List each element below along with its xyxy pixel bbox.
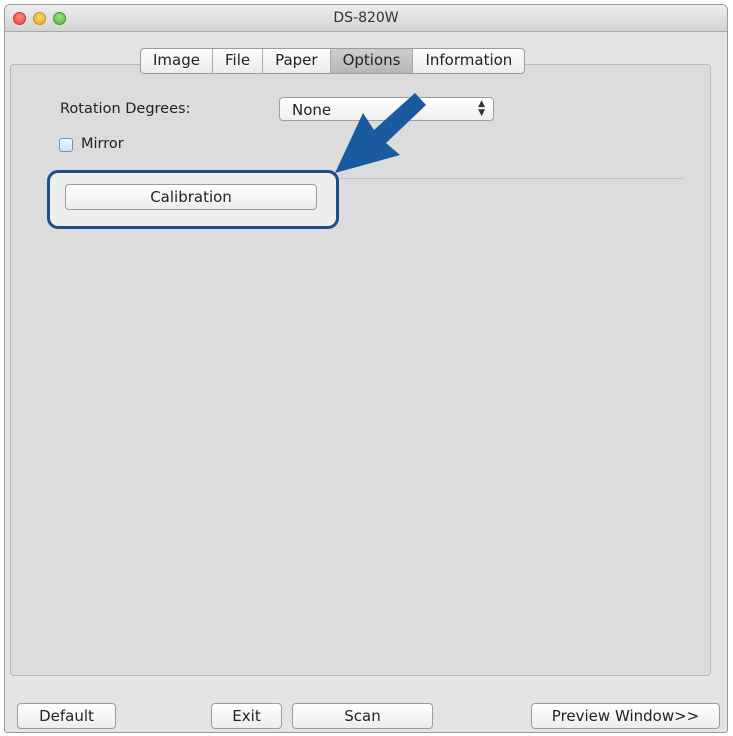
tab-paper[interactable]: Paper <box>263 49 331 73</box>
rotation-degrees-value: None <box>292 101 332 119</box>
pointer-arrow-icon <box>335 93 426 173</box>
calibration-button[interactable]: Calibration <box>65 184 317 210</box>
scan-button[interactable]: Scan <box>292 703 433 729</box>
rotation-degrees-label: Rotation Degrees: <box>60 101 191 117</box>
tab-bar: Image File Paper Options Information <box>140 48 526 74</box>
separator-line <box>333 178 683 179</box>
window-title: DS-820W <box>333 10 399 26</box>
mirror-checkbox[interactable] <box>59 138 73 152</box>
tab-options[interactable]: Options <box>330 49 414 73</box>
title-bar: DS-820W <box>5 5 727 32</box>
tab-image[interactable]: Image <box>141 49 213 73</box>
exit-button[interactable]: Exit <box>211 703 282 729</box>
preview-window-button[interactable]: Preview Window>> <box>531 703 720 729</box>
default-button[interactable]: Default <box>17 703 116 729</box>
mirror-label: Mirror <box>81 136 124 152</box>
tab-file[interactable]: File <box>213 49 264 73</box>
tab-information[interactable]: Information <box>413 49 524 73</box>
updown-arrows-icon: ▲ ▼ <box>478 99 485 118</box>
